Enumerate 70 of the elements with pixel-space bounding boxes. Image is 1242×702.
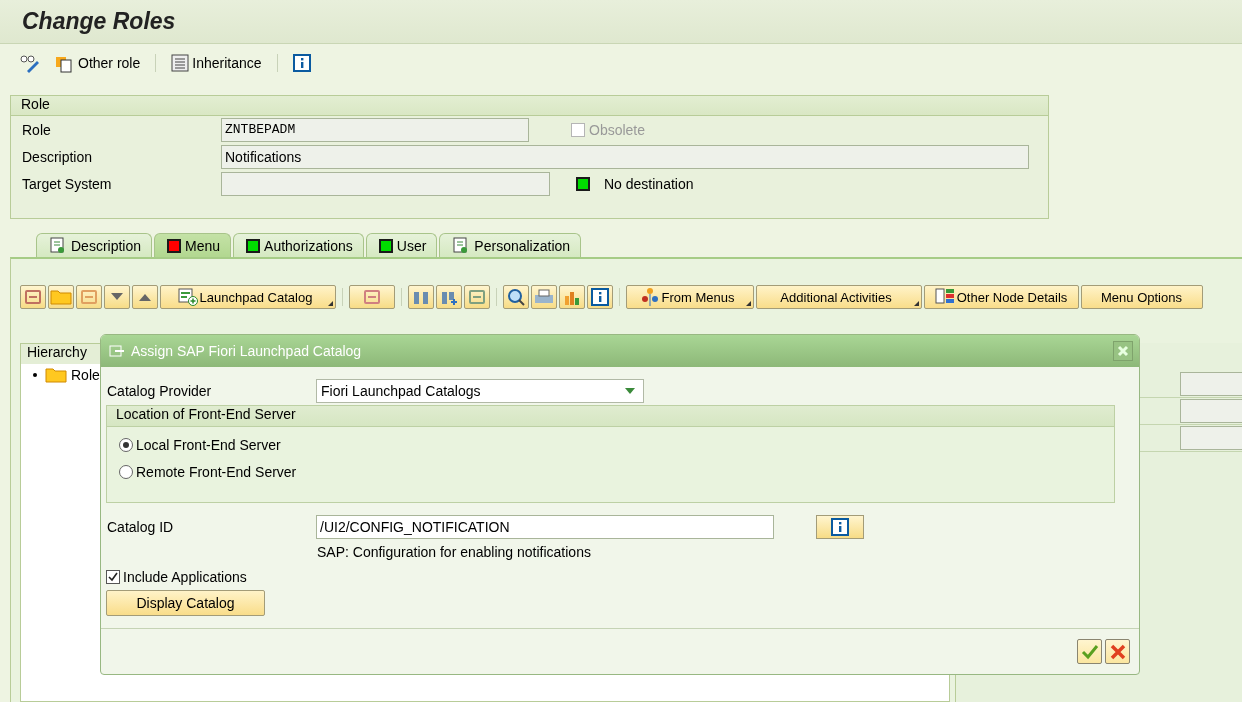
caret-down-icon [625,387,635,394]
toolbar-icon-button[interactable] [408,285,434,309]
input-field[interactable] [1180,399,1242,423]
checkmark-icon [108,572,118,582]
folder-icon [50,289,72,305]
display-catalog-button[interactable]: Display Catalog [106,590,265,616]
close-button[interactable] [1113,341,1133,361]
info-icon [831,517,849,536]
field-label: Role [22,121,52,138]
toolbar-icon-button[interactable] [104,285,130,309]
close-icon [1117,345,1129,357]
toolbar-icon-button[interactable] [531,285,557,309]
role-field[interactable]: ZNTBEPADM [221,117,529,142]
info-button[interactable] [816,514,864,539]
toolbar-button[interactable]: Other role [52,51,144,75]
toolbar-button[interactable]: Menu Options [1081,285,1203,309]
caret-down-icon [111,293,123,301]
target-system-field[interactable] [221,171,550,196]
toolbar-button[interactable]: Other Node Details [924,285,1079,309]
close-icon [1109,643,1126,660]
status-text: No destination [604,175,694,192]
columns-icon [934,288,955,306]
info-icon [292,54,311,72]
toolbar-button[interactable]: From Menus [626,285,754,309]
toolbar-icon-button[interactable] [20,285,46,309]
window-title: Change Roles [22,8,176,35]
include-applications-checkbox[interactable]: Include Applications [106,564,1139,590]
field-label: Target System [22,175,113,192]
group-title: Role [11,96,1048,116]
input-field[interactable] [1180,426,1242,450]
tab[interactable]: User [365,233,438,257]
toolbar-icon-button[interactable] [132,285,158,309]
document-icon [49,236,67,255]
add-list-icon [177,288,198,306]
toolbar-icon-button[interactable] [503,285,529,309]
tab[interactable]: Menu [154,233,232,257]
column-header: Hierarchy [21,344,101,364]
launchpad-catalog-button[interactable]: Launchpad Catalog [160,285,336,309]
flower-icon [639,287,660,307]
catalog-provider-dropdown[interactable]: Fiori Launchpad Catalogs [316,378,644,403]
field-label: Catalog ID [107,518,175,535]
description-field[interactable]: Notifications [221,144,1029,169]
checkbox-label: Obsolete [589,121,646,138]
list-icon [171,54,190,72]
toolbar-button[interactable]: Additional Activities [756,285,922,309]
tab[interactable]: Authorizations [233,233,364,257]
toolbar-icon-button[interactable] [436,285,462,309]
edit-icon [109,344,125,358]
field-label: Description [22,148,94,165]
dialog-title: Assign SAP Fiori Launchpad Catalog [131,343,363,359]
tab[interactable]: Personalization [439,233,582,257]
cancel-button[interactable] [1105,639,1130,664]
toolbar-icon-button[interactable] [587,285,613,309]
toolbar-button[interactable]: Inheritance [168,52,265,74]
input-field[interactable] [1180,372,1242,396]
check-icon [1080,643,1099,660]
group-title: Location of Front-End Server [107,406,1114,427]
radio-button[interactable]: Remote Front-End Server [107,458,297,485]
toolbar-icon-button[interactable] [559,285,585,309]
radio-button[interactable]: Local Front-End Server [107,431,281,458]
tab[interactable]: Description [36,233,153,257]
info-icon [591,288,609,306]
folder-icon [45,367,67,383]
confirm-button[interactable] [1077,639,1102,664]
caret-up-icon [139,293,151,301]
catalog-id-field[interactable]: /UI2/CONFIG_NOTIFICATION [316,514,774,539]
printer-icon [534,289,554,305]
zoom-icon [507,288,525,306]
glasses-pen-icon [19,53,41,73]
catalog-description: SAP: Configuration for enabling notifications [317,544,592,562]
